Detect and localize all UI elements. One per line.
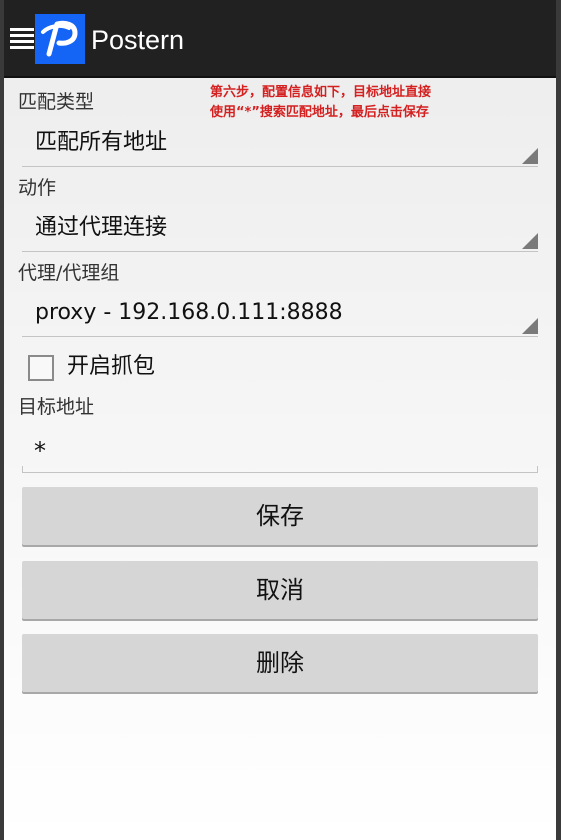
action-bar: Postern [4,0,556,78]
target-address-label: 目标地址 [18,396,95,418]
proxy-label: 代理/代理组 [18,262,120,284]
capture-checkbox[interactable] [28,355,54,381]
match-type-value: 匹配所有地址 [35,130,168,155]
dropdown-arrow-icon [522,148,538,164]
capture-checkbox-label: 开启抓包 [67,354,156,379]
action-label: 动作 [18,177,57,199]
right-window-edge [556,0,561,840]
dropdown-arrow-icon [522,318,538,334]
annotation-line-1: 第六步，配置信息如下，目标地址直接 [210,85,432,100]
postern-logo-icon[interactable] [35,14,85,64]
save-button[interactable]: 保存 [22,487,538,545]
annotation-line-2: 使用“*”搜索匹配地址，最后点击保存 [210,105,429,120]
app-title: Postern [91,25,185,55]
proxy-value: proxy - 192.168.0.111:8888 [35,300,343,325]
match-type-spinner[interactable]: 匹配所有地址 [22,124,538,167]
action-spinner[interactable]: 通过代理连接 [22,209,538,252]
proxy-spinner[interactable]: proxy - 192.168.0.111:8888 [22,294,538,337]
hamburger-menu-icon[interactable] [10,28,34,52]
dropdown-arrow-icon [522,233,538,249]
capture-checkbox-row[interactable]: 开启抓包 [28,353,328,383]
cancel-button[interactable]: 取消 [22,561,538,619]
target-address-value: * [34,437,46,465]
rule-edit-screen: Postern 第六步，配置信息如下，目标地址直接 使用“*”搜索匹配地址，最后… [4,0,556,840]
target-address-input[interactable]: * [22,430,538,473]
match-type-label: 匹配类型 [18,91,95,113]
delete-button[interactable]: 删除 [22,634,538,692]
instruction-annotation: 第六步，配置信息如下，目标地址直接 使用“*”搜索匹配地址，最后点击保存 [210,83,510,123]
action-value: 通过代理连接 [35,215,168,240]
